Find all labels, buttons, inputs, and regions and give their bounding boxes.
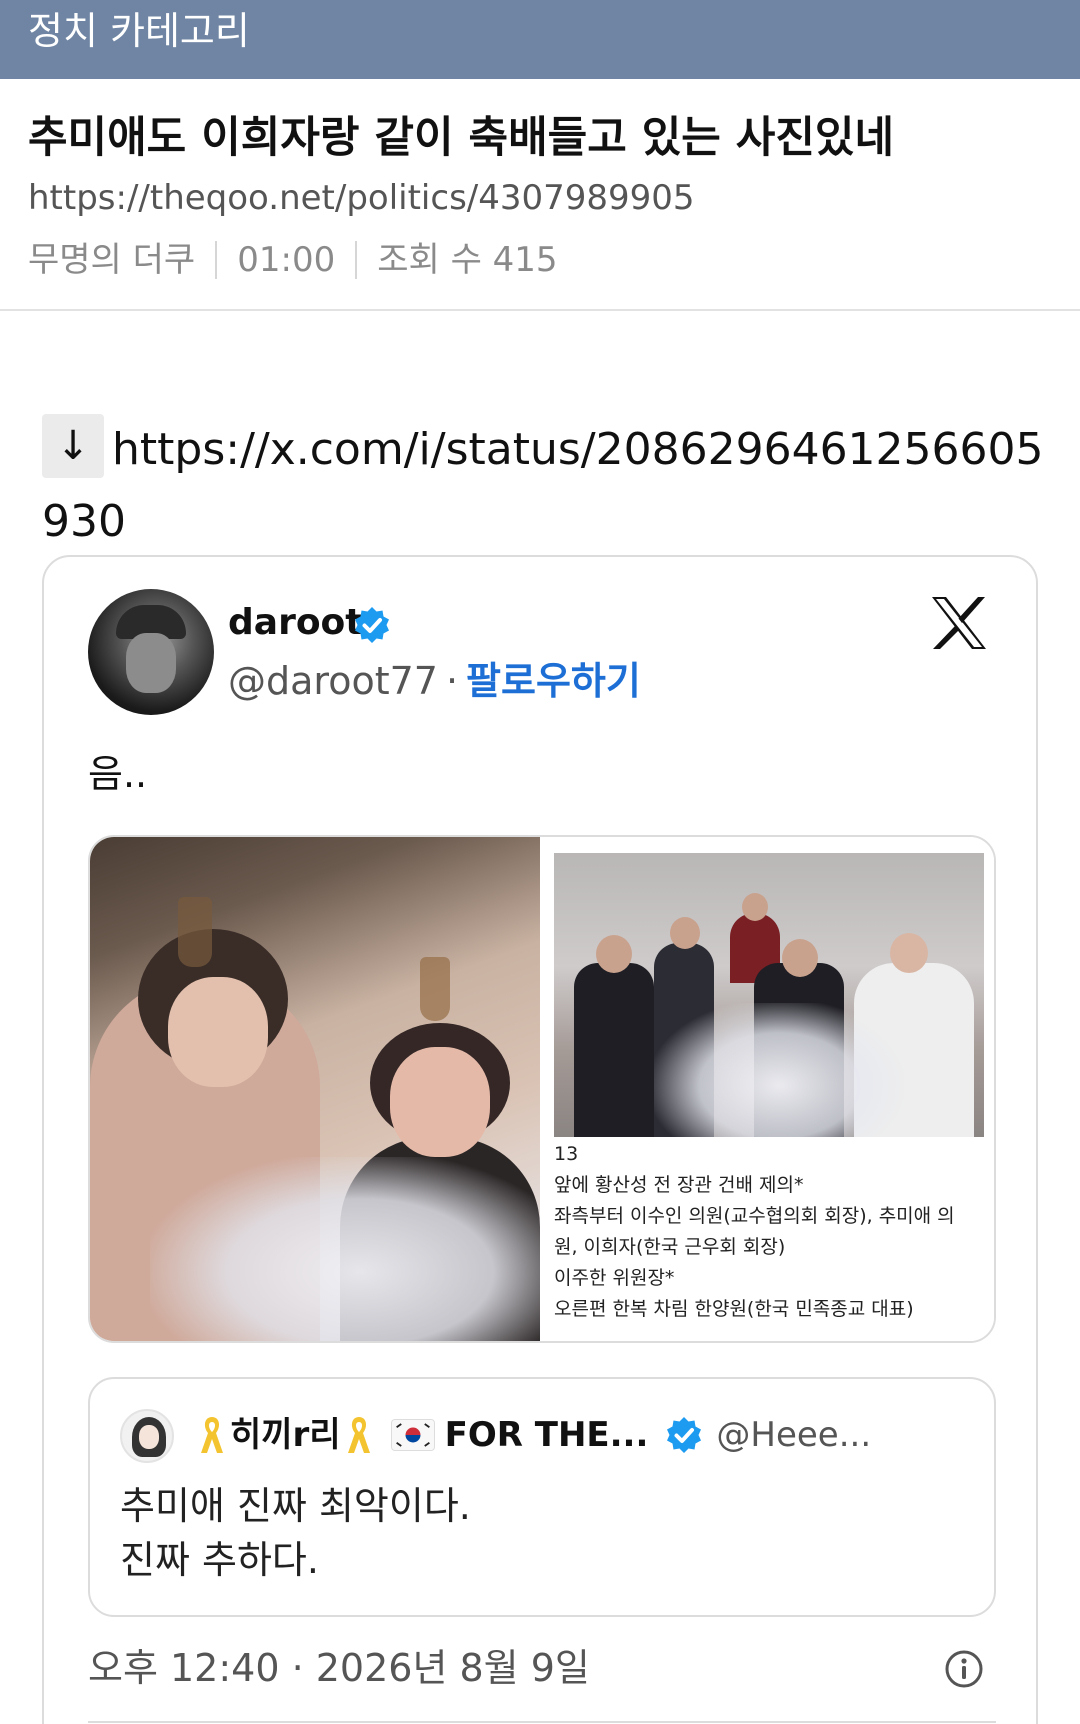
source-link[interactable]: https://x.com/i/status/20862964612566059… <box>42 424 1044 547</box>
quote-display-name[interactable]: 히끼r리 <box>230 1409 341 1461</box>
meta-divider <box>215 241 218 279</box>
tweet-timestamp[interactable]: 오후 12:40 · 2026년 8월 9일 <box>88 1643 590 1693</box>
photo-caption: 13 앞에 황산성 전 장관 건배 제의* 좌측부터 이수인 의원(교수협의회 … <box>554 1139 994 1325</box>
header-divider <box>0 309 1080 311</box>
yellow-ribbon-icon <box>347 1417 370 1453</box>
post-meta: 무명의 더쿠 01:00 조회 수 415 <box>28 238 558 282</box>
caption-line: 원, 이희자(한국 근우회 회장) <box>554 1236 786 1258</box>
avatar[interactable] <box>88 589 214 715</box>
category-title[interactable]: 정치 카테고리 <box>28 8 250 54</box>
quoted-tweet[interactable]: 히끼r리 FOR THE... @Heee... 추미애 진짜 최악이다. 진짜… <box>88 1377 996 1617</box>
x-logo-icon[interactable] <box>928 593 990 653</box>
info-icon[interactable] <box>944 1649 984 1689</box>
caption-line: 이주한 위원장* <box>554 1267 675 1289</box>
yellow-ribbon-icon <box>201 1417 223 1453</box>
verified-badge-icon <box>667 1417 702 1453</box>
quote-author-row: 히끼r리 FOR THE... @Heee... <box>194 1409 871 1461</box>
tweet-handle[interactable]: @daroot77 <box>228 659 438 703</box>
tweet-media[interactable]: 13 앞에 황산성 전 장관 건배 제의* 좌측부터 이수인 의원(교수협의회 … <box>88 835 996 1343</box>
follow-button[interactable]: 팔로우하기 <box>466 659 641 703</box>
quote-avatar[interactable] <box>120 1409 174 1463</box>
caption-line: 13 <box>554 1143 579 1165</box>
photo-toast-closeup[interactable] <box>90 837 540 1341</box>
korea-flag-icon <box>390 1419 435 1451</box>
quote-text-line: 추미애 진짜 최악이다. <box>120 1484 471 1528</box>
caption-line: 오른편 한복 차림 한양원(한국 민족종교 대표) <box>554 1298 914 1320</box>
group-toast-photo <box>554 853 984 1137</box>
verified-badge-icon <box>355 607 389 643</box>
category-bar: 정치 카테고리 <box>0 0 1080 79</box>
caption-line: 좌측부터 이수인 의원(교수협의회 회장), 추미애 의 <box>554 1205 955 1227</box>
separator: · <box>445 659 459 703</box>
photo-scan-with-caption[interactable]: 13 앞에 황산성 전 장관 건배 제의* 좌측부터 이수인 의원(교수협의회 … <box>540 837 994 1341</box>
down-arrow-icon: ↓ <box>42 414 104 478</box>
post-author: 무명의 더쿠 <box>28 240 196 280</box>
caption-line: 앞에 황산성 전 장관 건배 제의* <box>554 1174 804 1196</box>
quote-display-name-suffix[interactable]: FOR THE... <box>445 1409 649 1461</box>
quote-text-line: 진짜 추하다. <box>120 1538 319 1582</box>
post-url[interactable]: https://theqoo.net/politics/4307989905 <box>28 176 695 220</box>
quote-text: 추미애 진짜 최악이다. 진짜 추하다. <box>120 1479 471 1587</box>
tweet-handle-row: @daroot77 · 팔로우하기 <box>228 657 641 705</box>
post-title: 추미애도 이희자랑 같이 축배들고 있는 사진있네 <box>28 113 895 163</box>
tweet-embed[interactable]: daroot @daroot77 · 팔로우하기 음.. 13 앞에 황산성 전… <box>42 555 1038 1724</box>
tweet-footer-divider <box>88 1721 996 1723</box>
quote-handle[interactable]: @Heee... <box>716 1409 871 1461</box>
meta-divider <box>355 241 358 279</box>
post-time: 01:00 <box>237 240 336 280</box>
tweet-text: 음.. <box>88 752 148 796</box>
post-views: 조회 수 415 <box>377 240 558 280</box>
source-link-row: ↓ https://x.com/i/status/2086296461256605… <box>42 414 1052 558</box>
tweet-display-name[interactable]: daroot <box>228 601 363 645</box>
